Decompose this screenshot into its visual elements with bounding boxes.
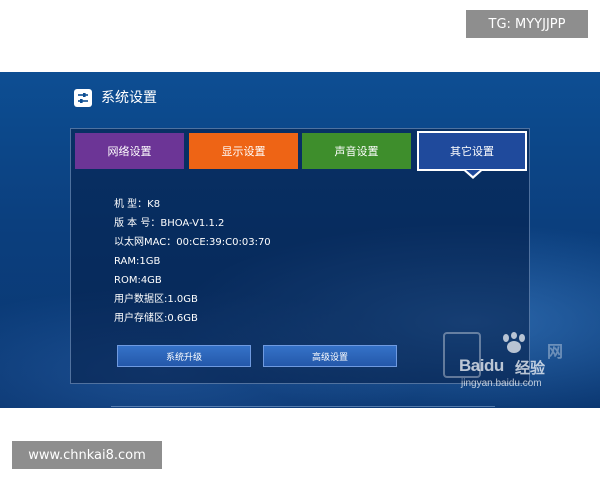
watermark-site-text: 网 bbox=[547, 342, 564, 361]
tab-display-settings[interactable]: 显示设置 bbox=[189, 133, 298, 169]
selected-tab-pointer-fill bbox=[466, 170, 480, 176]
watermark-product: 经验 bbox=[515, 359, 546, 377]
divider bbox=[111, 406, 495, 407]
info-user-storage: 用户存储区:0.6GB bbox=[114, 313, 198, 324]
watermark-url: jingyan.baidu.com bbox=[461, 378, 542, 389]
site-watermark-badge: www.chnkai8.com bbox=[12, 441, 162, 469]
tg-watermark-badge: TG: MYYJJPP bbox=[466, 10, 588, 38]
info-ram: RAM:1GB bbox=[114, 256, 161, 267]
info-ethernet-mac: 以太网MAC：00:CE:39:C0:03:70 bbox=[114, 237, 271, 248]
info-rom: ROM:4GB bbox=[114, 275, 162, 286]
tab-network-settings[interactable]: 网络设置 bbox=[75, 133, 184, 169]
tv-settings-screen: 系统设置 网络设置 显示设置 声音设置 其它设置 机 型：K8 版 本 号：BH… bbox=[0, 72, 600, 408]
device-info-list: 机 型：K8 版 本 号：BHOA-V1.1.2 以太网MAC：00:CE:39… bbox=[114, 195, 271, 328]
watermark-brand: Baidu bbox=[459, 356, 504, 375]
system-upgrade-button[interactable]: 系统升级 bbox=[117, 345, 251, 367]
window-title: 系统设置 bbox=[101, 90, 157, 106]
advanced-settings-button[interactable]: 高级设置 bbox=[263, 345, 397, 367]
baidu-jingyan-watermark: 网 Baidu 经验 jingyan.baidu.com bbox=[443, 332, 600, 402]
settings-sliders-icon bbox=[74, 89, 92, 107]
baidu-paw-icon bbox=[503, 332, 525, 353]
tab-sound-settings[interactable]: 声音设置 bbox=[302, 133, 411, 169]
info-model: 机 型：K8 bbox=[114, 199, 161, 210]
info-user-data: 用户数据区:1.0GB bbox=[114, 294, 198, 305]
info-version: 版 本 号：BHOA-V1.1.2 bbox=[114, 218, 225, 229]
tab-other-settings[interactable]: 其它设置 bbox=[417, 131, 527, 171]
